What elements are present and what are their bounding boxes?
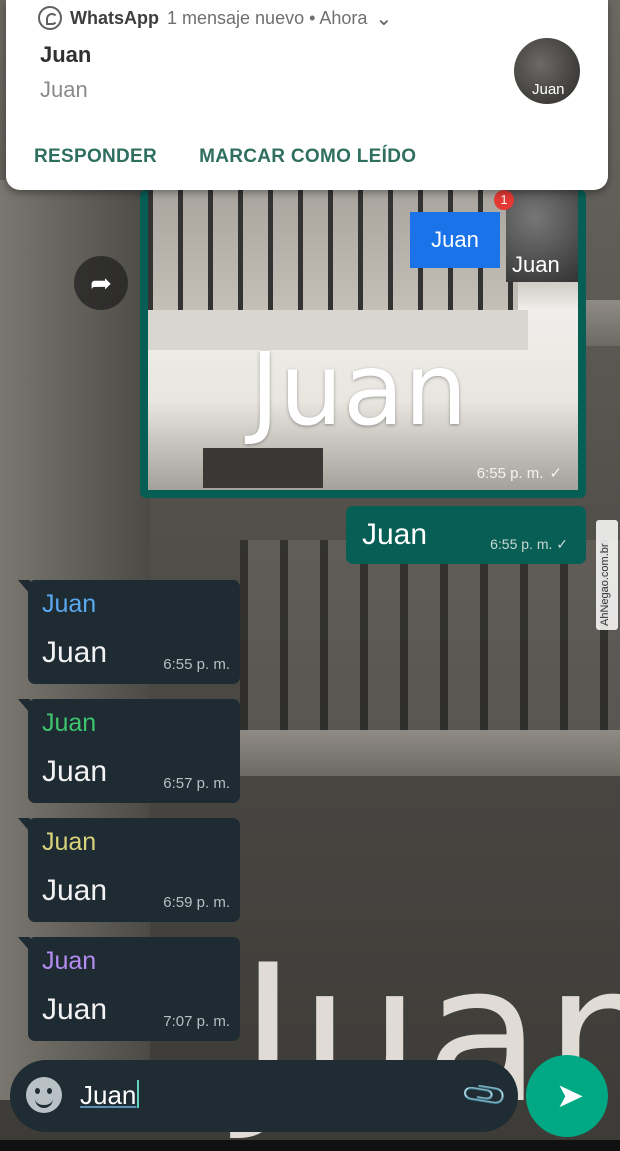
badge-name: Juan [512, 252, 560, 277]
background-balcony-slab [230, 730, 620, 776]
background-railing [240, 540, 620, 740]
sender-name: Juan [42, 828, 97, 856]
notification-card[interactable]: WhatsApp 1 mensaje nuevo • Ahora ⌄ Juan … [6, 0, 608, 190]
incoming-message[interactable]: Juan Juan 6:59 p. m. [18, 818, 240, 922]
message-meta: 6:55 p. m. ✓ [490, 536, 568, 553]
sender-name: Juan [42, 709, 97, 737]
whatsapp-icon [38, 6, 62, 30]
message-time: 6:55 p. m. [163, 656, 230, 673]
photo-avatar-badge: 1 Juan [494, 190, 578, 282]
send-button[interactable]: ➤ [526, 1055, 608, 1137]
message-text: Juan [362, 518, 428, 551]
unread-count-badge: 1 [494, 190, 514, 210]
notification-title: Juan [40, 42, 92, 67]
avatar: Juan [514, 38, 580, 104]
message-photo[interactable]: Juan 1 Juan Juan 6:55 p. m. ✓ [148, 190, 578, 490]
photo-tag: Juan [410, 212, 500, 268]
sender-name: Juan [42, 947, 97, 975]
incoming-message[interactable]: Juan Juan 6:57 p. m. [18, 699, 240, 803]
message-text: Juan [42, 755, 108, 788]
send-icon: ➤ [555, 1077, 585, 1115]
watermark-text: AhNegao.com.br [599, 543, 611, 626]
message-time: 6:57 p. m. [163, 775, 230, 792]
chevron-down-icon[interactable]: ⌄ [375, 6, 392, 31]
notification-summary: 1 mensaje nuevo • Ahora [167, 7, 368, 28]
message-input-value: Juan [80, 1080, 137, 1110]
outgoing-message[interactable]: Juan 6:55 p. m. ✓ [346, 506, 586, 564]
message-text: Juan [42, 636, 108, 669]
photo-window [203, 448, 323, 488]
message-meta: 6:55 p. m. ✓ [477, 464, 562, 482]
attachment-icon[interactable]: 📎 [459, 1070, 510, 1121]
text-caret [137, 1080, 140, 1108]
check-icon: ✓ [556, 536, 568, 552]
media-message[interactable]: Juan 1 Juan Juan 6:55 p. m. ✓ [140, 190, 586, 498]
incoming-message[interactable]: Juan Juan 7:07 p. m. [18, 937, 240, 1041]
message-time: 6:55 p. m. [490, 536, 553, 552]
message-text: Juan [42, 993, 108, 1026]
reply-button[interactable]: RESPONDER [34, 146, 157, 168]
message-text: Juan [42, 874, 108, 907]
avatar-label: Juan [532, 81, 565, 98]
photo-overlay-word: Juan [250, 331, 468, 448]
notification-body: Juan [40, 77, 88, 102]
message-time: 6:59 p. m. [163, 894, 230, 911]
site-watermark: AhNegao.com.br [596, 520, 618, 630]
check-icon: ✓ [549, 465, 562, 482]
notification-actions: RESPONDER MARCAR COMO LEÍDO [34, 146, 416, 168]
notification-header: WhatsApp 1 mensaje nuevo • Ahora ⌄ [38, 4, 392, 32]
message-time: 6:55 p. m. [476, 465, 544, 482]
message-composer: Juan 📎 [10, 1060, 518, 1132]
forward-icon[interactable]: ➦ [74, 256, 128, 310]
sender-name: Juan [42, 590, 97, 618]
bottom-strip [0, 1140, 620, 1151]
mark-read-button[interactable]: MARCAR COMO LEÍDO [199, 146, 416, 168]
incoming-message[interactable]: Juan Juan 6:55 p. m. [18, 580, 240, 684]
emoji-icon[interactable] [26, 1077, 62, 1113]
notification-app-name: WhatsApp [70, 7, 159, 28]
message-time: 7:07 p. m. [163, 1013, 230, 1030]
message-input[interactable]: Juan [80, 1080, 140, 1111]
